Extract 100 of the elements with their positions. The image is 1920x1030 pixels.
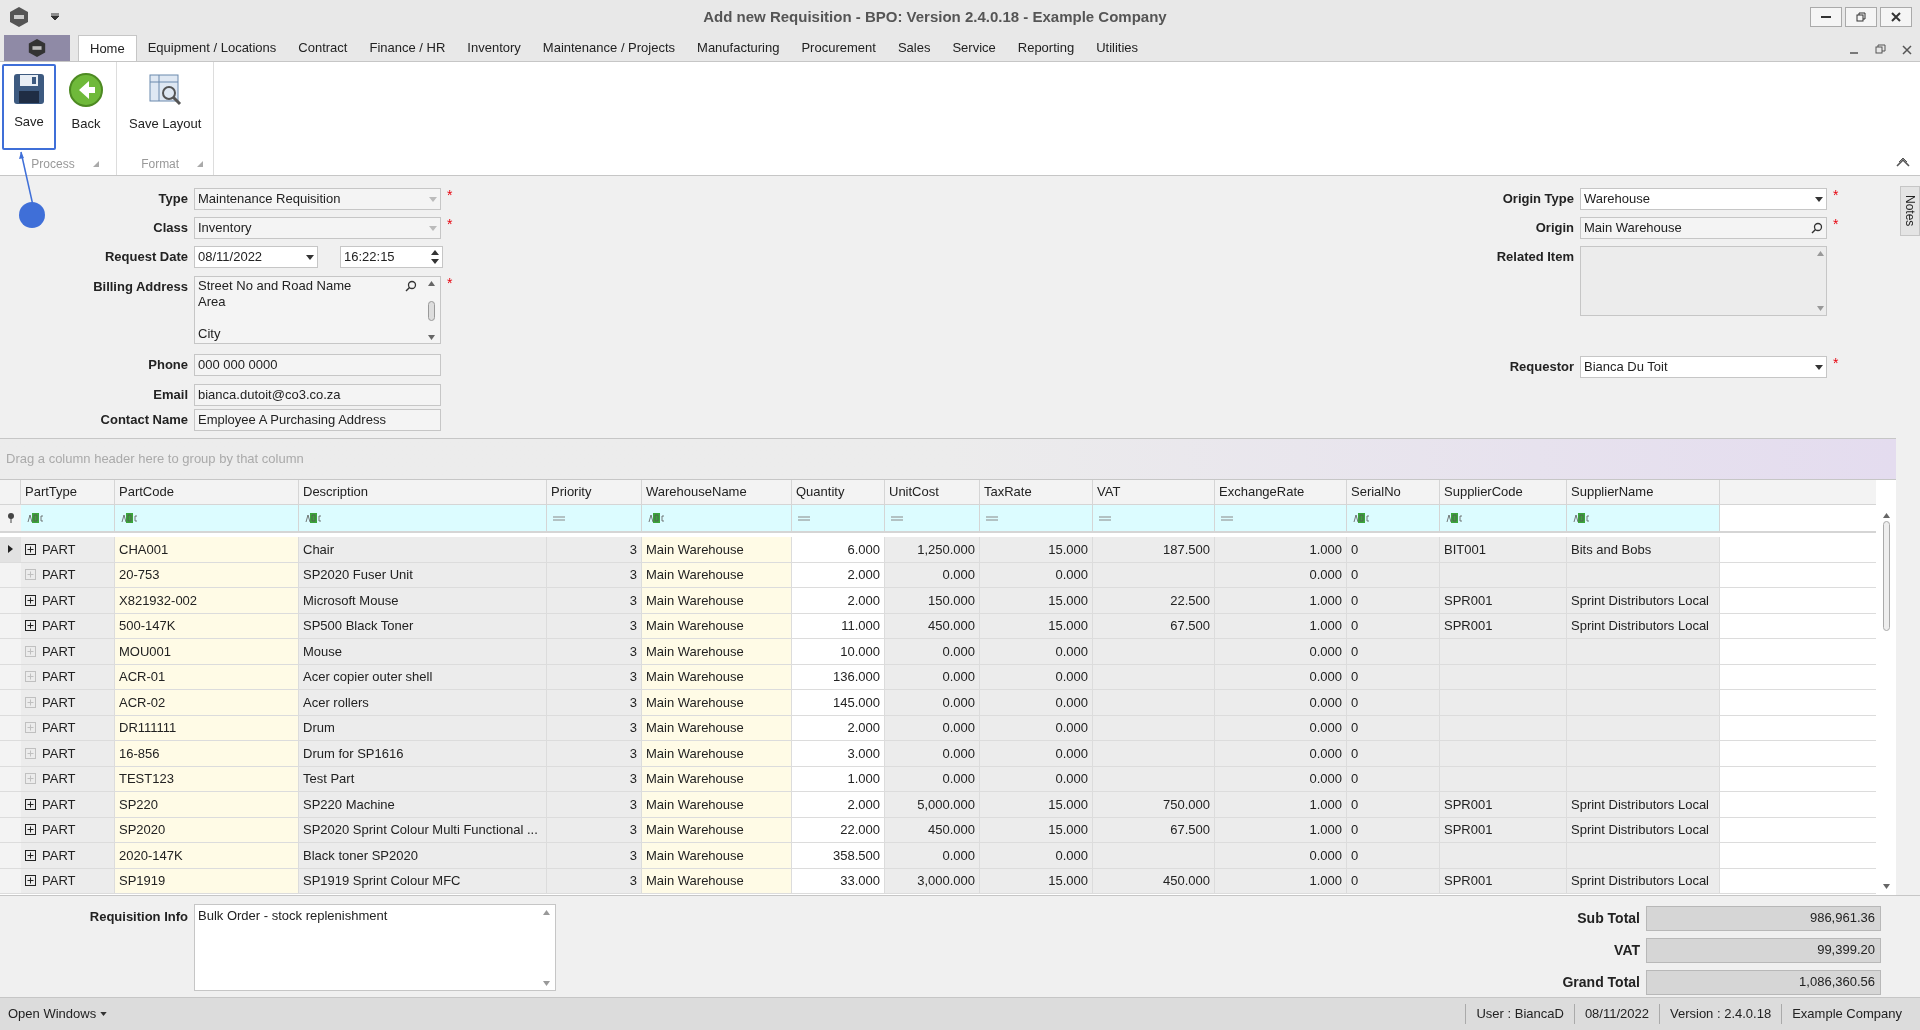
text-filter-icon[interactable]: [648, 513, 666, 523]
scroll-up-icon[interactable]: [1882, 513, 1890, 518]
ribbon-tab[interactable]: Maintenance / Projects: [531, 35, 687, 61]
scroll-down-icon[interactable]: [542, 981, 550, 986]
row-indicator[interactable]: [0, 537, 21, 562]
close-icon[interactable]: [1902, 44, 1912, 55]
notes-side-tab[interactable]: Notes: [1900, 186, 1920, 236]
minimize-button[interactable]: [1810, 7, 1842, 27]
ribbon-tab[interactable]: Service: [941, 35, 1007, 61]
scroll-up-icon[interactable]: [1816, 251, 1824, 256]
filter-cell[interactable]: [547, 505, 642, 531]
column-header[interactable]: SupplierName: [1567, 480, 1720, 504]
column-header[interactable]: TaxRate: [980, 480, 1093, 504]
text-field[interactable]: bianca.dutoit@co3.co.za: [194, 384, 441, 406]
filter-cell[interactable]: [299, 505, 547, 531]
filter-cell[interactable]: [642, 505, 792, 531]
requisition-info-field[interactable]: Bulk Order - stock replenishment: [194, 904, 556, 991]
column-header[interactable]: PartCode: [115, 480, 299, 504]
app-logo-icon[interactable]: [8, 6, 30, 28]
equals-filter-icon[interactable]: [986, 515, 998, 521]
dialog-launcher-icon[interactable]: [92, 161, 99, 167]
filter-cell[interactable]: [1215, 505, 1347, 531]
ribbon-tab[interactable]: Manufacturing: [686, 35, 791, 61]
related-item-field[interactable]: [1580, 246, 1827, 316]
time-field[interactable]: 16:22:15: [340, 246, 443, 268]
text-filter-icon[interactable]: [1446, 513, 1464, 523]
filter-cell[interactable]: [885, 505, 980, 531]
open-windows-menu[interactable]: Open Windows: [8, 1004, 108, 1024]
ribbon-button[interactable]: Back: [58, 64, 114, 150]
expand-row-icon[interactable]: [25, 594, 36, 606]
dropdown-arrow-icon[interactable]: [306, 254, 314, 260]
column-header[interactable]: UnitCost: [885, 480, 980, 504]
ribbon-tab[interactable]: Reporting: [1006, 35, 1086, 61]
text-filter-icon[interactable]: [121, 513, 139, 523]
expand-row-icon[interactable]: [25, 798, 36, 810]
scrollbar-thumb[interactable]: [1882, 521, 1890, 631]
address-field[interactable]: Street No and Road Name Area City: [194, 276, 441, 344]
search-field[interactable]: Main Warehouse: [1580, 217, 1827, 239]
application-menu-button[interactable]: [4, 35, 70, 61]
equals-filter-icon[interactable]: [1099, 515, 1111, 521]
collapse-ribbon-icon[interactable]: [1896, 157, 1910, 167]
scroll-up-icon[interactable]: [427, 281, 435, 286]
ribbon-tab[interactable]: Home: [78, 35, 137, 61]
equals-filter-icon[interactable]: [553, 515, 565, 521]
ribbon-tab[interactable]: Utilities: [1085, 35, 1150, 61]
ribbon-tab[interactable]: Inventory: [456, 35, 532, 61]
filter-cell[interactable]: [21, 505, 115, 531]
expand-row-icon[interactable]: [25, 543, 36, 555]
text-filter-icon[interactable]: [1573, 513, 1591, 523]
dropdown-arrow-icon[interactable]: [1815, 196, 1823, 202]
expand-row-icon[interactable]: [25, 620, 36, 632]
filter-cell[interactable]: [115, 505, 299, 531]
text-field[interactable]: 000 000 0000: [194, 354, 441, 376]
column-header[interactable]: SupplierCode: [1440, 480, 1567, 504]
filter-cell[interactable]: [980, 505, 1093, 531]
equals-filter-icon[interactable]: [798, 515, 810, 521]
restore-icon[interactable]: [1875, 44, 1886, 55]
ribbon-button[interactable]: Save: [2, 64, 56, 150]
scroll-down-icon[interactable]: [1882, 884, 1890, 889]
filter-cell[interactable]: [792, 505, 885, 531]
quick-access-dropdown-icon[interactable]: [50, 13, 60, 21]
filter-cell[interactable]: [1093, 505, 1215, 531]
text-filter-icon[interactable]: [305, 513, 323, 523]
ribbon-tab[interactable]: Contract: [287, 35, 359, 61]
expand-row-icon[interactable]: [25, 849, 36, 861]
search-icon[interactable]: [405, 280, 417, 292]
dropdown-field[interactable]: Warehouse: [1580, 188, 1827, 210]
column-header[interactable]: WarehouseName: [642, 480, 792, 504]
column-header[interactable]: SerialNo: [1347, 480, 1440, 504]
ribbon-tab[interactable]: Procurement: [790, 35, 887, 61]
column-header[interactable]: Priority: [547, 480, 642, 504]
search-icon[interactable]: [1811, 222, 1823, 234]
text-filter-icon[interactable]: [1353, 513, 1371, 523]
dialog-launcher-icon[interactable]: [197, 161, 204, 167]
scroll-down-icon[interactable]: [1816, 306, 1824, 311]
close-button[interactable]: [1880, 7, 1912, 27]
column-header[interactable]: Description: [299, 480, 547, 504]
column-header[interactable]: VAT: [1093, 480, 1215, 504]
date-field[interactable]: 08/11/2022: [194, 246, 318, 268]
spin-arrows-icon[interactable]: [431, 250, 439, 264]
scroll-down-icon[interactable]: [427, 335, 435, 340]
scroll-up-icon[interactable]: [542, 910, 550, 915]
ribbon-button[interactable]: Save Layout: [119, 64, 212, 150]
expand-row-icon[interactable]: [25, 875, 36, 887]
column-header[interactable]: PartType: [21, 480, 115, 504]
column-header[interactable]: Quantity: [792, 480, 885, 504]
column-header[interactable]: ExchangeRate: [1215, 480, 1347, 504]
filter-cell[interactable]: [1440, 505, 1567, 531]
expand-row-icon[interactable]: [25, 824, 36, 836]
dropdown-arrow-icon[interactable]: [1815, 364, 1823, 370]
equals-filter-icon[interactable]: [1221, 515, 1233, 521]
ribbon-tab[interactable]: Finance / HR: [358, 35, 457, 61]
filter-pin-icon[interactable]: [6, 513, 15, 523]
ribbon-tab[interactable]: Sales: [886, 35, 942, 61]
filter-cell[interactable]: [1567, 505, 1720, 531]
scrollbar[interactable]: [425, 278, 437, 343]
ribbon-tab[interactable]: Equipment / Locations: [136, 35, 288, 61]
scrollbar-thumb[interactable]: [427, 300, 435, 321]
equals-filter-icon[interactable]: [891, 515, 903, 521]
text-filter-icon[interactable]: [27, 513, 45, 523]
